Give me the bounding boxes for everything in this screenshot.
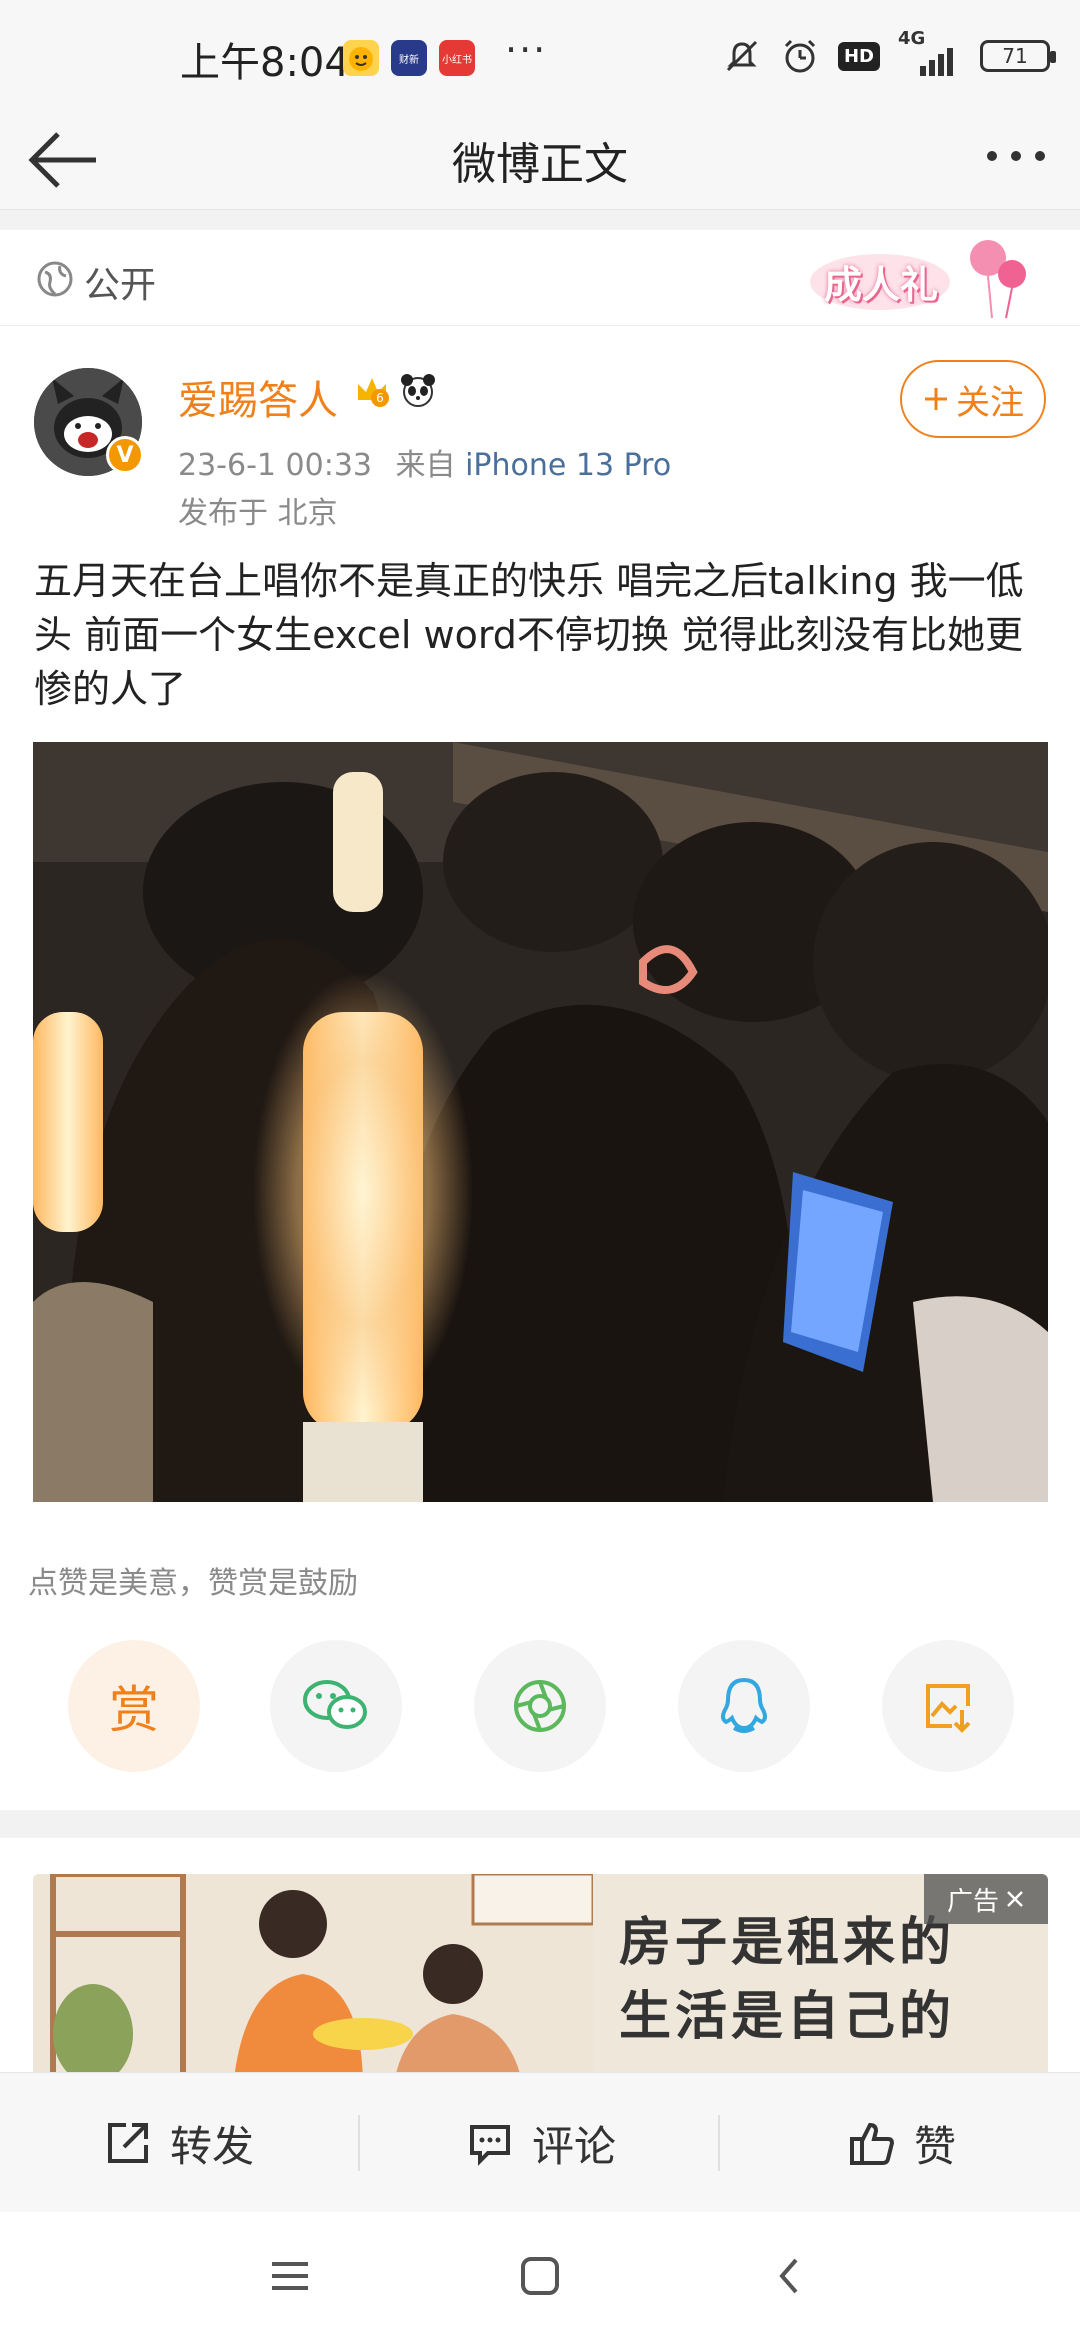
save-image-icon [926,1684,971,1733]
post-meta: 23-6-1 00:33 来自 iPhone 13 Pro [178,440,671,484]
chevron-left-icon [779,2258,798,2294]
repost-label: 转发 [170,2121,255,2171]
status-indicators: HD 4G 71 [722,30,1056,76]
status-bar: 上午8:04 财新 小红书 ··· HD 4G 71 [0,0,1080,110]
emoji-app-icon [343,40,379,76]
visibility-row: 公开 成人礼 [0,230,1080,326]
battery-indicator: 71 [980,40,1056,72]
divider [358,2115,360,2171]
wechat-share-button[interactable] [270,1640,402,1772]
more-options-button[interactable] [984,124,1048,198]
alarm-icon [780,36,820,76]
status-time: 上午8:04 [180,40,350,86]
reward-button[interactable]: 赏 [68,1640,200,1772]
post-date: 23-6-1 00:33 [178,448,372,483]
plus-icon [925,388,947,410]
wechat-icon [303,1680,367,1729]
like-button[interactable]: 赞 [848,2073,956,2213]
reward-label: 赏 [109,1681,159,1739]
post-text: 五月天在台上唱你不是真正的快乐 唱完之后talking 我一低头 前面一个女生e… [34,559,1024,711]
comment-button[interactable]: 评论 [466,2073,616,2213]
post-source[interactable]: iPhone 13 Pro [465,448,671,483]
signal-icon: 4G [898,30,962,76]
home-button[interactable] [506,2242,574,2310]
save-image-button[interactable] [882,1640,1014,1772]
username[interactable]: 爱踢答人 [178,368,338,426]
reward-hint: 点赞是美意，赞赏是鼓励 [28,1566,358,1601]
page-title: 微博正文 [452,139,628,190]
mute-icon [722,36,762,76]
divider [718,2115,720,2171]
post-location: 发布于 北京 [178,496,338,531]
ceremony-badge[interactable]: 成人礼 [810,236,1040,320]
close-icon [1007,1891,1023,1907]
crown-medal-icon: 6 [358,378,389,407]
user-medal-icons: 6 [352,370,438,410]
svg-text:6: 6 [376,391,384,405]
globe-icon [36,260,74,298]
thumbs-up-icon [850,2122,895,2165]
like-label: 赞 [914,2121,957,2171]
red-app-icon: 小红书 [439,40,475,76]
moments-share-button[interactable] [474,1640,606,1772]
ad-section: 房子是租来的 生活是自己的 广告 [0,1838,1080,2088]
status-app-icons: 财新 小红书 [343,40,475,76]
home-square-icon [521,2257,559,2295]
status-more-icon: ··· [505,28,548,72]
repost-icon [108,2123,148,2163]
top-nav-bar: 微博正文 [0,110,1080,210]
menu-button[interactable] [256,2242,324,2310]
post-action-bar: 转发 评论 赞 [0,2072,1080,2212]
ad-headline-2: 生活是自己的 [619,1987,956,2047]
menu-icon [272,2262,308,2290]
follow-label: 关注 [956,382,1024,423]
system-nav-bar [0,2212,1080,2340]
system-back-button[interactable] [756,2242,824,2310]
ad-tag-label: 广告 [946,1886,999,1917]
follow-button[interactable]: 关注 [900,360,1046,438]
ad-headline-1: 房子是租来的 [619,1913,956,1973]
share-row: 赏 [0,1640,1080,1780]
verified-badge: V [106,436,144,474]
comment-label: 评论 [532,2121,617,2171]
post-photo[interactable] [33,742,1048,1502]
panda-icon [401,374,435,407]
repost-button[interactable]: 转发 [104,2073,254,2213]
qq-icon [721,1677,767,1733]
ad-banner[interactable]: 房子是租来的 生活是自己的 广告 [33,1874,1048,2088]
news-app-icon: 财新 [391,40,427,76]
moments-icon [514,1680,566,1732]
qq-share-button[interactable] [678,1640,810,1772]
from-label: 来自 [395,448,456,483]
hd-badge: HD [837,41,880,71]
ceremony-badge-text: 成人礼 [824,263,939,307]
comment-icon [470,2125,510,2166]
visibility-label: 公开 [84,265,157,306]
post-card: 公开 成人礼 V 爱踢答人 6 关注 23-6-1 00:33 来自 iPhon… [0,230,1080,1810]
ad-close-button[interactable]: 广告 [924,1874,1048,1924]
